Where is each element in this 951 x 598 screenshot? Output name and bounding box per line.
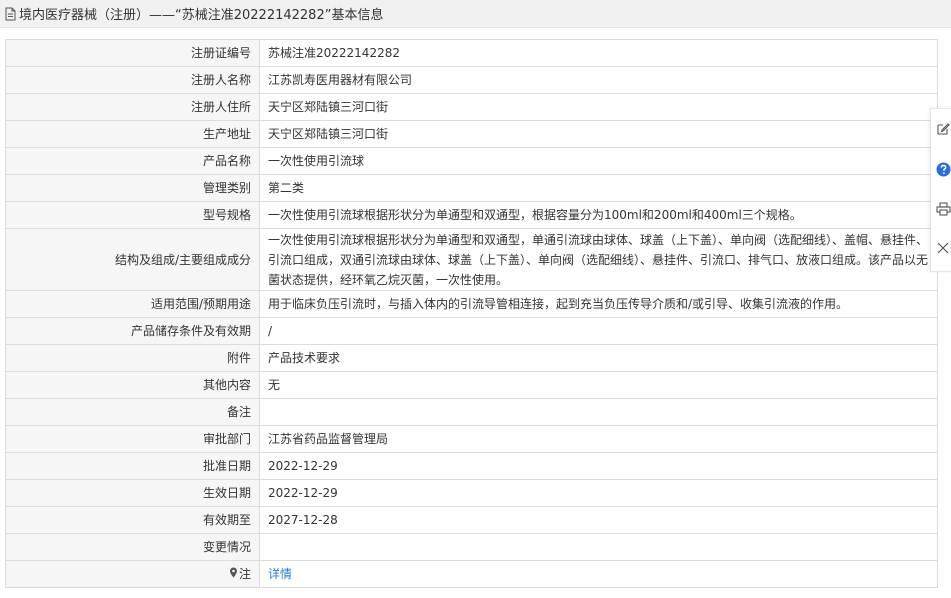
row-value: 2022-12-29 [259, 479, 938, 507]
pin-icon [229, 564, 238, 584]
row-label: 适用范围/预期用途 [5, 290, 260, 318]
row-value: 江苏省药品监督管理局 [259, 425, 938, 453]
row-label: 注册人名称 [5, 66, 260, 94]
row-value [259, 398, 938, 426]
row-label: 审批部门 [5, 425, 260, 453]
row-label: 注册证编号 [5, 39, 260, 67]
table-row: 批准日期 2022-12-29 [5, 452, 938, 480]
row-value: 用于临床负压引流时，与插入体内的引流导管相连接，起到充当负压传导介质和/或引导、… [259, 290, 938, 318]
table-row: 适用范围/预期用途 用于临床负压引流时，与插入体内的引流导管相连接，起到充当负压… [5, 290, 938, 318]
row-value: 天宁区郑陆镇三河口街 [259, 120, 938, 148]
help-icon[interactable] [935, 161, 951, 177]
row-label: 变更情况 [5, 533, 260, 561]
table-row: 型号规格 一次性使用引流球根据形状分为单通型和双通型，根据容量分为100ml和2… [5, 201, 938, 229]
table-row: 生产地址 天宁区郑陆镇三河口街 [5, 120, 938, 148]
row-label: 管理类别 [5, 174, 260, 202]
table-row: 产品储存条件及有效期 / [5, 317, 938, 345]
row-label: 结构及组成/主要组成成分 [5, 228, 260, 291]
floating-toolbar [930, 108, 951, 272]
row-value: 无 [259, 371, 938, 399]
row-value [259, 533, 938, 561]
note-label: 注 [5, 560, 260, 588]
table-row: 生效日期 2022-12-29 [5, 479, 938, 507]
table-row: 注册证编号 苏械注准20222142282 [5, 39, 938, 67]
row-value: 一次性使用引流球根据形状分为单通型和双通型，根据容量分为100ml和200ml和… [259, 201, 938, 229]
row-value: / [259, 317, 938, 345]
row-value: 2027-12-28 [259, 506, 938, 534]
row-value: 一次性使用引流球 [259, 147, 938, 175]
table-row: 注 详情 [5, 560, 938, 588]
table-row: 变更情况 [5, 533, 938, 561]
row-label: 有效期至 [5, 506, 260, 534]
row-label: 产品名称 [5, 147, 260, 175]
row-value: 苏械注准20222142282 [259, 39, 938, 67]
close-icon[interactable] [935, 240, 951, 256]
table-row: 备注 [5, 398, 938, 426]
edit-icon[interactable] [935, 121, 951, 137]
info-table: 注册证编号 苏械注准20222142282 注册人名称 江苏凯寿医用器材有限公司… [5, 39, 938, 588]
row-value: 第二类 [259, 174, 938, 202]
row-label: 型号规格 [5, 201, 260, 229]
document-icon [4, 7, 17, 21]
row-value: 2022-12-29 [259, 452, 938, 480]
print-icon[interactable] [935, 201, 951, 217]
row-value: 产品技术要求 [259, 344, 938, 372]
row-value: 详情 [259, 560, 938, 588]
page-header: 境内医疗器械（注册）——“苏械注准20222142282”基本信息 [0, 0, 951, 28]
table-row: 注册人名称 江苏凯寿医用器材有限公司 [5, 66, 938, 94]
table-row: 结构及组成/主要组成成分 一次性使用引流球根据形状分为单通型和双通型，单通引流球… [5, 228, 938, 291]
table-row: 有效期至 2027-12-28 [5, 506, 938, 534]
row-label: 生效日期 [5, 479, 260, 507]
table-row: 注册人住所 天宁区郑陆镇三河口街 [5, 93, 938, 121]
details-link[interactable]: 详情 [268, 567, 292, 581]
row-label: 产品储存条件及有效期 [5, 317, 260, 345]
row-value: 一次性使用引流球根据形状分为单通型和双通型，单通引流球由球体、球盖（上下盖）、单… [259, 228, 938, 291]
table-row: 其他内容 无 [5, 371, 938, 399]
table-row: 产品名称 一次性使用引流球 [5, 147, 938, 175]
row-value: 江苏凯寿医用器材有限公司 [259, 66, 938, 94]
row-label: 批准日期 [5, 452, 260, 480]
row-label: 注册人住所 [5, 93, 260, 121]
row-label: 备注 [5, 398, 260, 426]
row-label: 附件 [5, 344, 260, 372]
row-label: 其他内容 [5, 371, 260, 399]
note-label-text: 注 [238, 566, 251, 581]
row-label: 生产地址 [5, 120, 260, 148]
table-row: 管理类别 第二类 [5, 174, 938, 202]
table-row: 附件 产品技术要求 [5, 344, 938, 372]
page-title: 境内医疗器械（注册）——“苏械注准20222142282”基本信息 [19, 8, 384, 23]
row-value: 天宁区郑陆镇三河口街 [259, 93, 938, 121]
table-row: 审批部门 江苏省药品监督管理局 [5, 425, 938, 453]
